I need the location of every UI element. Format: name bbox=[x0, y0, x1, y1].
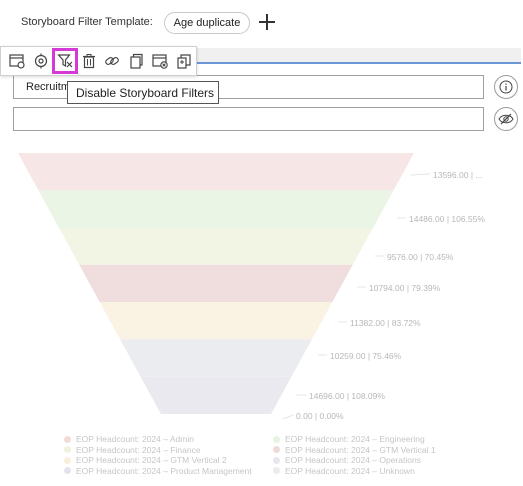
legend-swatch bbox=[273, 435, 280, 443]
window-close-icon bbox=[152, 54, 168, 69]
duplicate-pages-button[interactable] bbox=[172, 49, 196, 73]
legend-label: EOP Headcount: 2024 – Admin bbox=[76, 434, 194, 444]
refresh-target-button[interactable] bbox=[29, 49, 53, 73]
legend-label: EOP Headcount: 2024 – GTM Vertical 2 bbox=[76, 455, 227, 465]
info-icon bbox=[499, 80, 513, 94]
legend-label: EOP Headcount: 2024 – Operations bbox=[285, 455, 421, 465]
legend-item: EOP Headcount: 2024 – Unknown bbox=[273, 466, 415, 476]
disable-filters-button[interactable] bbox=[51, 48, 78, 74]
funnel-data-label: 9576.00 | 70.45% bbox=[387, 252, 454, 262]
close-window-button[interactable] bbox=[148, 49, 172, 73]
legend-item: EOP Headcount: 2024 – GTM Vertical 2 bbox=[64, 455, 227, 465]
funnel-segment bbox=[140, 376, 292, 414]
tooltip: Disable Storyboard Filters bbox=[67, 81, 219, 104]
funnel-data-label: 10259.00 | 75.46% bbox=[330, 351, 402, 361]
trash-icon bbox=[82, 54, 95, 69]
legend-label: EOP Headcount: 2024 – Unknown bbox=[285, 465, 415, 476]
legend-label: EOP Headcount: 2024 – Product Management bbox=[76, 465, 252, 476]
legend-item: EOP Headcount: 2024 – Admin bbox=[64, 434, 194, 444]
settings-window-button[interactable] bbox=[5, 49, 29, 73]
info-button[interactable] bbox=[494, 75, 518, 99]
legend-swatch bbox=[273, 446, 280, 453]
legend-item: EOP Headcount: 2024 – Engineering bbox=[273, 434, 425, 444]
legend-item: EOP Headcount: 2024 – GTM Vertical 1 bbox=[273, 445, 436, 455]
funnel-segment bbox=[120, 339, 312, 377]
copy-button[interactable] bbox=[124, 49, 148, 73]
disable-filter-icon bbox=[56, 54, 73, 68]
template-label: Storyboard Filter Template: bbox=[21, 16, 153, 28]
legend-swatch bbox=[64, 456, 71, 464]
legend-item: EOP Headcount: 2024 – Operations bbox=[273, 455, 421, 465]
template-pill[interactable]: Age duplicate bbox=[164, 12, 250, 34]
link-button[interactable] bbox=[101, 49, 125, 73]
funnel-segment bbox=[58, 227, 374, 265]
legend-swatch bbox=[64, 467, 71, 474]
funnel-segment bbox=[79, 264, 353, 303]
tab-strip bbox=[195, 48, 521, 62]
funnel-leader-line bbox=[282, 414, 294, 420]
add-template-button[interactable] bbox=[256, 11, 278, 33]
legend-label: EOP Headcount: 2024 – Engineering bbox=[285, 434, 425, 444]
legend-swatch bbox=[64, 446, 71, 453]
eye-slash-icon bbox=[498, 113, 514, 125]
legend-label: EOP Headcount: 2024 – GTM Vertical 1 bbox=[285, 444, 436, 455]
legend-swatch bbox=[273, 456, 280, 464]
delete-button[interactable] bbox=[77, 49, 101, 73]
legend-label: EOP Headcount: 2024 – Finance bbox=[76, 444, 201, 455]
accent-line bbox=[195, 62, 521, 64]
funnel-data-label: 10794.00 | 79.39% bbox=[369, 283, 441, 293]
hide-button[interactable] bbox=[494, 107, 518, 131]
settings-window-icon bbox=[9, 54, 25, 69]
secondary-filter-field[interactable] bbox=[13, 107, 484, 131]
storyboard-toolbar bbox=[0, 46, 197, 76]
funnel-segment bbox=[18, 153, 414, 191]
duplicate-pages-icon bbox=[177, 54, 191, 69]
funnel-segment bbox=[38, 190, 394, 228]
legend-item: EOP Headcount: 2024 – Finance bbox=[64, 445, 201, 455]
legend-item: EOP Headcount: 2024 – Product Management bbox=[64, 466, 252, 476]
legend-swatch bbox=[273, 467, 280, 474]
funnel-data-label: 13596.00 | ... bbox=[433, 170, 483, 180]
legend-swatch bbox=[64, 435, 71, 443]
link-icon bbox=[105, 57, 120, 65]
target-refresh-icon bbox=[34, 53, 47, 69]
funnel-leader-line bbox=[410, 173, 431, 176]
funnel-data-label: 14486.00 | 106.55% bbox=[409, 214, 485, 224]
funnel-segment bbox=[99, 302, 333, 340]
funnel-data-label: 0.00 | 0.00% bbox=[296, 411, 344, 421]
funnel-data-label: 14696.00 | 108.09% bbox=[309, 391, 385, 401]
copy-icon bbox=[130, 53, 143, 69]
funnel-data-label: 11382.00 | 83.72% bbox=[350, 318, 421, 328]
